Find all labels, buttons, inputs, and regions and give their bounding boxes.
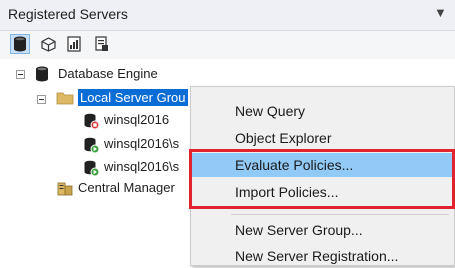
menu-item-object-explorer[interactable]: Object Explorer <box>191 126 454 150</box>
tree-node-server[interactable]: winsql2016 <box>104 112 169 127</box>
menu-item-new-query[interactable]: New Query <box>191 99 454 123</box>
database-engine-button[interactable] <box>10 34 30 54</box>
tree-node-server[interactable]: winsql2016\s <box>104 136 179 151</box>
menu-item-new-server-registration[interactable]: New Server Registration... <box>191 244 454 268</box>
menu-item-label: Object Explorer <box>235 130 332 146</box>
tree-node-server[interactable]: winsql2016\s <box>104 159 179 174</box>
menu-item-label: New Server Group... <box>235 222 363 238</box>
window-position-dropdown-icon[interactable]: ▼ <box>434 5 447 20</box>
server-running-icon <box>84 137 100 154</box>
database-engine-icon <box>14 36 26 52</box>
tree-node-central-management[interactable]: Central Manager <box>78 180 175 195</box>
server-stopped-icon <box>84 113 100 130</box>
menu-item-label: New Query <box>235 103 306 119</box>
database-engine-icon <box>36 66 48 82</box>
menu-separator <box>231 214 449 215</box>
integration-services-icon <box>95 36 108 51</box>
panel-title-bar: Registered Servers ▼ <box>0 0 455 31</box>
analysis-services-button[interactable] <box>38 34 58 54</box>
reporting-services-button[interactable] <box>64 34 84 54</box>
tree-node-database-engine[interactable]: Database Engine <box>58 66 158 81</box>
folder-icon <box>56 92 74 105</box>
integration-services-button[interactable] <box>92 34 112 54</box>
central-management-server-icon <box>57 182 73 196</box>
collapse-toggle[interactable] <box>37 95 46 104</box>
callout-highlight-box <box>189 149 455 209</box>
server-running-icon <box>84 160 100 177</box>
panel-title: Registered Servers <box>8 6 128 22</box>
menu-item-label: New Server Registration... <box>235 248 399 264</box>
reporting-services-icon <box>67 36 81 52</box>
server-type-toolbar <box>0 31 455 59</box>
menu-item-new-server-group[interactable]: New Server Group... <box>191 218 454 242</box>
tree-node-local-server-group[interactable]: Local Server Grou <box>77 88 189 107</box>
analysis-services-cube-icon <box>40 36 56 52</box>
collapse-toggle[interactable] <box>16 70 25 79</box>
